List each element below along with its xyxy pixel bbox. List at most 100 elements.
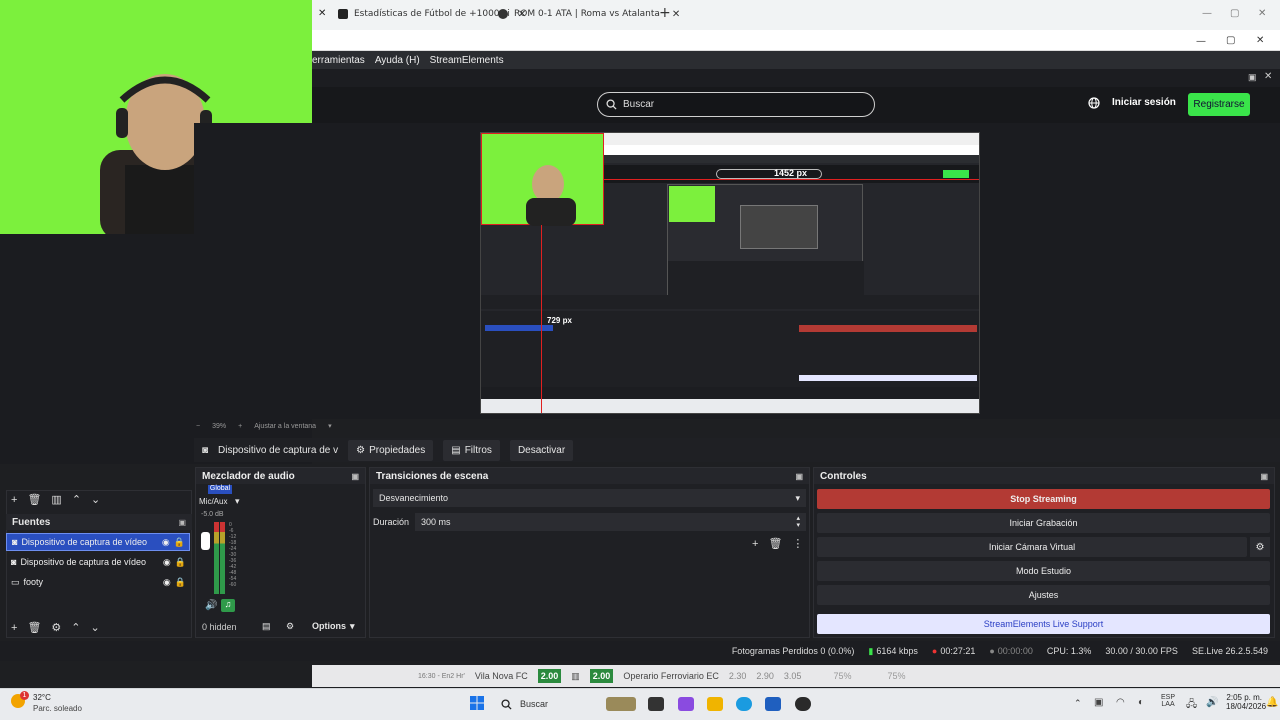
fit-window-label[interactable]: Ajustar a la ventana bbox=[254, 423, 316, 430]
trash-icon[interactable]: 🗑 bbox=[768, 537, 782, 550]
obs-app-icon[interactable] bbox=[795, 697, 811, 711]
stop-streaming-button[interactable]: Stop Streaming bbox=[817, 489, 1270, 509]
window-close-icon[interactable]: ✕ bbox=[1258, 8, 1266, 19]
login-button[interactable]: Iniciar sesión bbox=[1112, 97, 1176, 108]
search-input[interactable]: Buscar bbox=[597, 92, 875, 117]
source-item[interactable]: ◙ Dispositivo de captura de vídeo ◉ 🔒 bbox=[6, 553, 190, 571]
properties-label: Propiedades bbox=[369, 444, 426, 456]
maximize-icon[interactable]: ▢ bbox=[1230, 8, 1239, 19]
zoom-out-button[interactable]: − bbox=[196, 423, 200, 430]
layout-icon[interactable]: ▤ bbox=[262, 621, 271, 632]
new-tab-button[interactable]: + bbox=[659, 5, 671, 21]
duration-input[interactable]: 300 ms ▴ ▾ bbox=[415, 513, 806, 531]
tray-app-icon[interactable]: ▣ bbox=[1094, 697, 1103, 708]
float-dock-icon[interactable]: ▣ bbox=[1248, 72, 1257, 83]
transition-select[interactable]: Desvanecimiento ▾ bbox=[373, 489, 806, 507]
add-transition-button[interactable]: + bbox=[752, 538, 758, 550]
move-down-icon[interactable]: ⌄ bbox=[91, 493, 100, 506]
obs-minimize-icon[interactable]: — bbox=[1196, 36, 1206, 47]
dock-menu-icon[interactable]: ▣ bbox=[1260, 472, 1268, 481]
register-button[interactable]: Registrarse bbox=[1188, 93, 1250, 116]
move-up-icon[interactable]: ⌃ bbox=[71, 621, 80, 634]
start-recording-button[interactable]: Iniciar Grabación bbox=[817, 513, 1270, 533]
deactivate-button[interactable]: Desactivar bbox=[509, 439, 574, 461]
tray-wifi-icon[interactable]: ◠ bbox=[1116, 697, 1125, 708]
current-source-label: Dispositivo de captura de v bbox=[218, 444, 339, 456]
speaker-icon[interactable]: 🔊 bbox=[205, 600, 217, 611]
minimize-icon[interactable]: — bbox=[1202, 8, 1212, 19]
filters-button[interactable]: ▤ Filtros bbox=[443, 439, 500, 461]
trash-icon[interactable]: 🗑 bbox=[27, 621, 41, 634]
lock-icon[interactable]: 🔒 bbox=[175, 557, 186, 568]
store-icon[interactable] bbox=[765, 697, 781, 711]
filter-icon[interactable]: ▥ bbox=[51, 493, 61, 506]
preview-canvas[interactable]: 1452 px 729 px bbox=[480, 132, 980, 414]
tray-chevron-icon[interactable]: ⌃ bbox=[1074, 698, 1082, 709]
gear-icon[interactable]: ⚙ bbox=[51, 621, 61, 634]
source-item[interactable]: ◙ Dispositivo de captura de vídeo ◉ 🔒 bbox=[6, 533, 190, 551]
notifications-icon[interactable]: 🔔 bbox=[1266, 697, 1278, 708]
close-tab-icon[interactable]: ✕ bbox=[318, 8, 326, 19]
windows-start-icon[interactable] bbox=[470, 696, 484, 713]
tray-mic-icon[interactable]: ◐ bbox=[1138, 697, 1144, 708]
lock-icon[interactable]: 🔒 bbox=[175, 577, 186, 588]
menu-streamelements[interactable]: StreamElements bbox=[430, 55, 504, 66]
dock-menu-icon[interactable]: ▣ bbox=[351, 472, 359, 481]
move-up-icon[interactable]: ⌃ bbox=[72, 493, 81, 506]
search-icon bbox=[501, 698, 512, 710]
duration-label: Duración bbox=[373, 517, 410, 527]
headphones-icon[interactable]: ♫ bbox=[221, 599, 235, 612]
language-indicator[interactable]: ESP LAA bbox=[1161, 694, 1175, 708]
trash-icon[interactable]: 🗑 bbox=[27, 493, 41, 506]
lock-icon[interactable]: 🔒 bbox=[174, 537, 185, 548]
notification-badge: 1 bbox=[20, 691, 29, 700]
obs-maximize-icon[interactable]: ▢ bbox=[1226, 35, 1235, 46]
stepper-icon[interactable]: ▴ ▾ bbox=[796, 515, 800, 529]
options-button[interactable]: Options ▾ bbox=[312, 621, 355, 632]
zoom-in-button[interactable]: + bbox=[238, 423, 242, 430]
selected-source-box[interactable] bbox=[481, 133, 604, 226]
odd2[interactable]: 2.00 bbox=[589, 669, 614, 683]
eye-icon[interactable]: ◉ bbox=[163, 577, 171, 588]
chevron-down-icon[interactable]: ▾ bbox=[328, 422, 332, 430]
signal-icon: ▮ bbox=[868, 645, 874, 656]
close-dock-icon[interactable]: ✕ bbox=[1264, 71, 1272, 82]
tray-volume-icon[interactable]: 🔊 bbox=[1206, 697, 1218, 708]
source-item[interactable]: ▭ footy ◉ 🔒 bbox=[6, 573, 190, 591]
copilot-icon[interactable] bbox=[678, 697, 694, 711]
live-support-button[interactable]: StreamElements Live Support bbox=[817, 614, 1270, 634]
virtual-camera-button[interactable]: Iniciar Cámara Virtual bbox=[817, 537, 1247, 557]
obs-title-bar bbox=[312, 30, 1280, 51]
chevron-down-icon: ▾ bbox=[795, 492, 800, 503]
chevron-down-icon[interactable]: ▾ bbox=[235, 496, 240, 507]
dock-menu-icon[interactable]: ▣ bbox=[178, 518, 186, 527]
tray-network-icon[interactable]: 🖧 bbox=[1186, 697, 1197, 714]
menu-help[interactable]: Ayuda (H) bbox=[375, 55, 420, 66]
properties-button[interactable]: ⚙ Propiedades bbox=[348, 439, 434, 461]
settings-button[interactable]: Ajustes bbox=[817, 585, 1270, 605]
eye-icon[interactable]: ◉ bbox=[163, 557, 171, 568]
volume-slider[interactable] bbox=[201, 532, 210, 550]
add-scene-button[interactable]: + bbox=[11, 494, 17, 506]
browser-tab-2[interactable]: ROM 0-1 ATA | Roma vs Atalanta ✕ bbox=[498, 4, 680, 24]
studio-mode-button[interactable]: Modo Estudio bbox=[817, 561, 1270, 581]
move-down-icon[interactable]: ⌄ bbox=[91, 621, 100, 634]
close-tab-icon[interactable]: ✕ bbox=[672, 9, 680, 20]
search-highlight-icon[interactable] bbox=[606, 697, 636, 711]
eye-icon[interactable]: ◉ bbox=[162, 537, 170, 548]
odd1[interactable]: 2.00 bbox=[537, 669, 562, 683]
dock-menu-icon[interactable]: ▣ bbox=[795, 472, 803, 481]
globe-icon[interactable] bbox=[1088, 97, 1100, 112]
task-view-icon[interactable] bbox=[648, 697, 664, 711]
add-source-button[interactable]: + bbox=[11, 622, 17, 634]
settings-icon[interactable]: ⚙ bbox=[286, 621, 294, 632]
options-label: Options bbox=[312, 621, 346, 631]
clock[interactable]: 2:05 p. m. 18/04/2026 bbox=[1226, 693, 1266, 711]
menu-tools[interactable]: erramientas bbox=[312, 55, 365, 66]
obs-close-icon[interactable]: ✕ bbox=[1256, 35, 1264, 46]
source-label: footy bbox=[23, 577, 44, 587]
virtual-camera-gear-icon[interactable]: ⚙ bbox=[1250, 537, 1270, 557]
file-explorer-icon[interactable] bbox=[707, 697, 723, 711]
more-icon[interactable]: ⋮ bbox=[792, 537, 803, 550]
edge-icon[interactable] bbox=[736, 697, 752, 711]
